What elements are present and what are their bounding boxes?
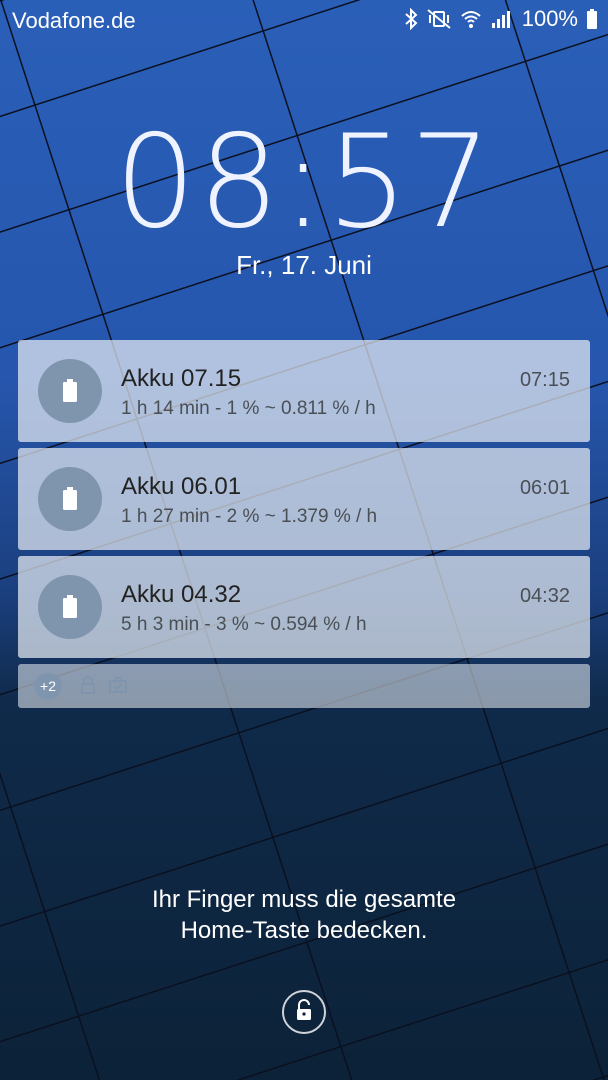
- bluetooth-icon: [404, 8, 418, 30]
- hint-line: Ihr Finger muss die gesamte: [151, 886, 457, 913]
- briefcase-icon: [108, 676, 128, 699]
- lock-icon: [80, 676, 96, 699]
- more-notifications-bar[interactable]: +2: [18, 664, 590, 708]
- lockscreen-clock: 08:57: [114, 108, 494, 257]
- notification-card[interactable]: Akku 06.01 1 h 27 min - 2 % ~ 1.379 % / …: [18, 448, 590, 550]
- notification-title: Akku 06.01: [121, 473, 242, 500]
- notification-card[interactable]: Akku 04.32 5 h 3 min - 3 % ~ 0.594 % / h…: [18, 556, 590, 658]
- hint-line: Home-Taste bedecken.: [180, 917, 428, 944]
- battery-icon: [38, 575, 102, 639]
- status-bar: Vodafone.de 100%: [0, 0, 608, 42]
- signal-icon: [490, 8, 512, 30]
- wifi-icon: [460, 8, 482, 30]
- notification-title: Akku 04.32: [121, 581, 242, 608]
- status-icons: 100%: [404, 6, 598, 32]
- lockscreen-date: Fr., 17. Juni: [236, 250, 372, 280]
- battery-icon: [38, 467, 102, 531]
- mute-vibrate-icon: [426, 8, 452, 30]
- notification-time: 06:01: [519, 477, 570, 499]
- notification-detail: 5 h 3 min - 3 % ~ 0.594 % / h: [121, 614, 367, 635]
- notification-card[interactable]: Akku 07.15 1 h 14 min - 1 % ~ 0.811 % / …: [18, 340, 590, 442]
- more-count-badge: +2: [34, 673, 62, 699]
- notification-detail: 1 h 14 min - 1 % ~ 0.811 % / h: [121, 398, 376, 419]
- fingerprint-hint: Ihr Finger muss die gesamte Home-Taste b…: [0, 884, 608, 946]
- battery-icon: [586, 8, 598, 30]
- unlock-button[interactable]: [282, 990, 326, 1034]
- notification-time: 07:15: [519, 369, 570, 391]
- notification-title: Akku 07.15: [121, 365, 242, 392]
- notification-detail: 1 h 27 min - 2 % ~ 1.379 % / h: [121, 506, 378, 527]
- battery-icon: [38, 359, 102, 423]
- notification-time: 04:32: [519, 585, 570, 607]
- carrier-label: Vodafone.de: [12, 8, 136, 33]
- unlock-icon: [294, 998, 314, 1027]
- battery-percent: 100%: [521, 6, 578, 31]
